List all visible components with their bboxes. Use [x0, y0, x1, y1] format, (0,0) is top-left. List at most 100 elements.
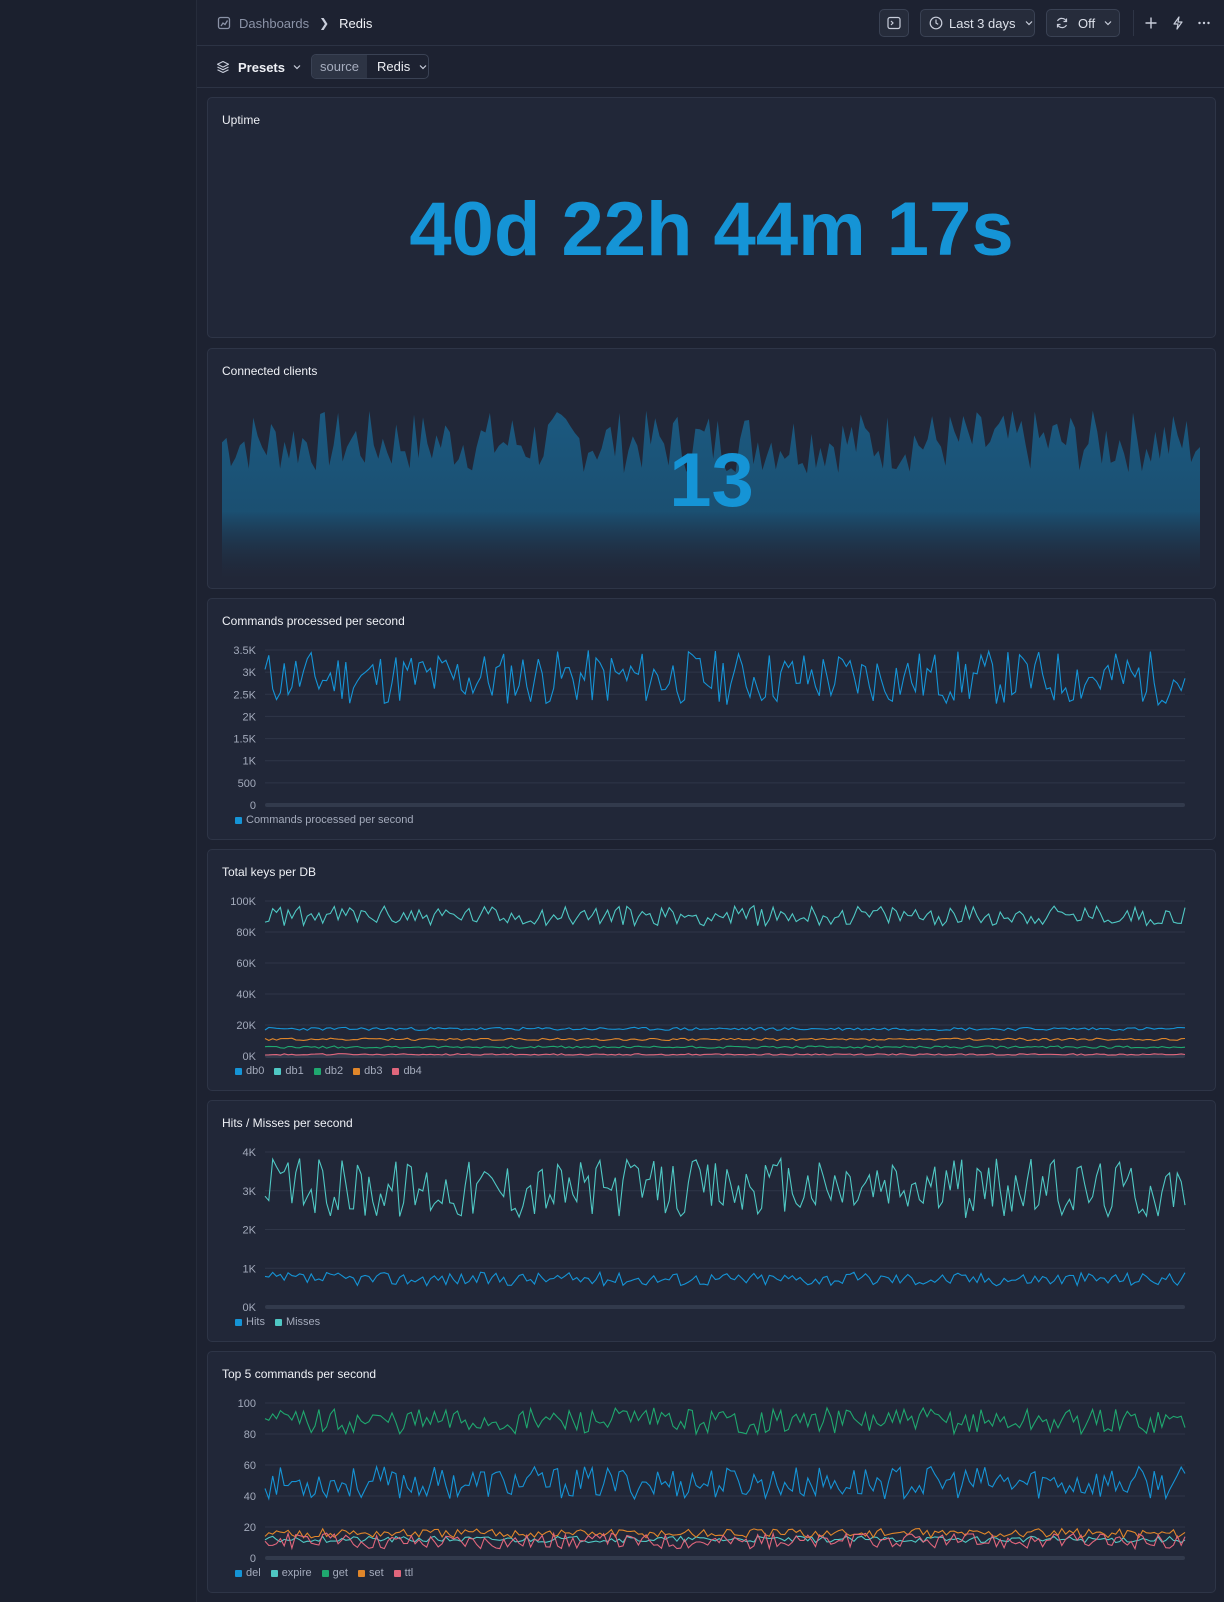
top5-commands-panel: Top 5 commands per second 0 20 40 60 80 100 d… [207, 1351, 1216, 1593]
y-tick-label: 2K [243, 711, 257, 723]
legend-item[interactable]: db3 [353, 1065, 382, 1077]
more-options-button[interactable] [1194, 13, 1214, 33]
x-axis-scrollbar [265, 1305, 1185, 1309]
legend-item[interactable]: db2 [313, 1065, 344, 1077]
legend-item[interactable]: Commands processed per second [235, 814, 414, 826]
series-line-db2 [264, 1045, 1186, 1049]
y-tick-label: 20K [236, 1020, 256, 1032]
legend-label: db1 [285, 1065, 304, 1077]
legend-swatch [274, 1318, 282, 1326]
series-line-db0 [264, 1026, 1186, 1031]
legend-item[interactable]: db0 [235, 1065, 264, 1077]
chart-legend: Commands processed per second [235, 814, 424, 826]
chevron-down-icon [293, 65, 301, 70]
breadcrumb-dashboards-link[interactable]: Dashboards [239, 16, 309, 31]
series-line-db1 [264, 904, 1186, 928]
source-filter-key: source [312, 55, 368, 78]
connected-clients-value: 13 [669, 438, 754, 523]
legend-swatch [270, 1569, 278, 1577]
legend-label: del [246, 1567, 261, 1579]
y-tick-label: 0 [250, 800, 256, 812]
legend-label: db4 [403, 1065, 422, 1077]
time-range-picker[interactable]: Last 3 days [920, 9, 1035, 37]
breadcrumb: Dashboards ❯ Redis [217, 14, 372, 32]
legend-swatch [357, 1569, 365, 1577]
legend-item[interactable]: del [235, 1567, 261, 1579]
legend-label: db3 [364, 1065, 383, 1077]
legend-label: Misses [285, 1316, 321, 1328]
y-tick-label: 2K [243, 1225, 257, 1237]
y-tick-label: 3.5K [233, 645, 256, 657]
actions-button[interactable] [1168, 13, 1188, 33]
y-tick-label: 80 [244, 1429, 256, 1441]
keys-chart: 0K 20K 40K 60K 80K 100K [230, 896, 1186, 1063]
uptime-panel: Uptime 40d 22h 44m 17s [207, 97, 1216, 338]
legend-item[interactable]: db4 [392, 1065, 422, 1077]
legend-item[interactable]: ttl [393, 1567, 413, 1579]
uptime-value: 40d 22h 44m 17s [409, 187, 1014, 272]
chevron-down-icon [1025, 21, 1032, 26]
legend-label: Hits [246, 1316, 265, 1328]
legend-item[interactable]: expire [270, 1567, 312, 1579]
source-filter-value-label: Redis [377, 59, 411, 74]
y-tick-label: 60 [244, 1460, 256, 1472]
y-tick-label: 80K [236, 927, 256, 939]
top5-commands-chart: 0 20 40 60 80 100 [238, 1398, 1186, 1565]
x-axis-scrollbar [265, 1556, 1185, 1560]
y-tick-label: 20 [244, 1522, 256, 1534]
source-filter-value[interactable]: Redis [367, 55, 428, 78]
source-filter[interactable]: source Redis [311, 54, 429, 79]
y-tick-label: 500 [238, 778, 256, 790]
plus-icon [1145, 17, 1157, 29]
auto-refresh-label: Off [1078, 15, 1096, 31]
legend-swatch [392, 1067, 400, 1075]
y-tick-label: 3K [243, 1186, 257, 1198]
legend-label: set [368, 1567, 384, 1579]
y-tick-label: 100 [238, 1398, 256, 1410]
commands-panel: Commands processed per second 0 500 1K 1.5K… [207, 598, 1216, 840]
legend-item[interactable]: db1 [274, 1065, 304, 1077]
series-line-hits [264, 1270, 1186, 1287]
chart-legend: Hits Misses [235, 1316, 330, 1328]
legend-item[interactable]: Hits [235, 1316, 265, 1328]
presets-dropdown[interactable]: Presets [216, 57, 302, 77]
legend-item[interactable]: Misses [274, 1316, 321, 1328]
y-tick-label: 40K [236, 989, 256, 1001]
legend-label: db2 [324, 1065, 344, 1077]
legend-swatch [321, 1569, 329, 1577]
hits-misses-chart: 0K 1K 2K 3K 4K [243, 1147, 1186, 1314]
legend-swatch [235, 1569, 242, 1577]
chevron-down-icon [1104, 21, 1112, 26]
series-line-db3 [264, 1037, 1186, 1042]
breadcrumb-current: Redis [339, 15, 373, 31]
series-line-get [264, 1406, 1186, 1437]
sidebar [0, 0, 196, 1602]
toolbar-divider [1133, 10, 1134, 36]
chevron-right-icon: ❯ [319, 16, 330, 30]
legend-swatch [313, 1067, 321, 1075]
main-content: Dashboards ❯ Redis Last 3 days Off Prese… [196, 0, 1224, 1602]
legend-swatch [274, 1067, 282, 1075]
y-tick-label: 0K [243, 1302, 257, 1314]
more-icon [1198, 21, 1210, 25]
legend-label: Commands processed per second [246, 814, 414, 826]
filter-bar: Presets source Redis [197, 47, 1224, 88]
legend-item[interactable]: set [357, 1567, 384, 1579]
presets-label: Presets [238, 59, 285, 75]
keys-panel: Total keys per DB 0K 20K 40K 60K 80K 100K db0… [207, 849, 1216, 1091]
y-tick-label: 100K [230, 896, 256, 908]
panel-title: Uptime [222, 113, 261, 127]
clock-icon [929, 16, 943, 30]
chevron-down-icon [419, 64, 427, 69]
y-tick-label: 1K [243, 1263, 257, 1275]
terminal-button[interactable] [879, 9, 909, 37]
legend-item[interactable]: get [321, 1567, 348, 1579]
top-bar: Dashboards ❯ Redis Last 3 days Off [197, 0, 1224, 46]
refresh-icon [1056, 17, 1068, 29]
chart-legend: db0 db1 db2 db3 db4 [235, 1065, 432, 1077]
legend-label: expire [281, 1567, 312, 1579]
auto-refresh-picker[interactable]: Off [1046, 9, 1120, 37]
panel-title: Connected clients [222, 364, 318, 378]
terminal-icon [887, 16, 901, 30]
add-panel-button[interactable] [1141, 13, 1161, 33]
